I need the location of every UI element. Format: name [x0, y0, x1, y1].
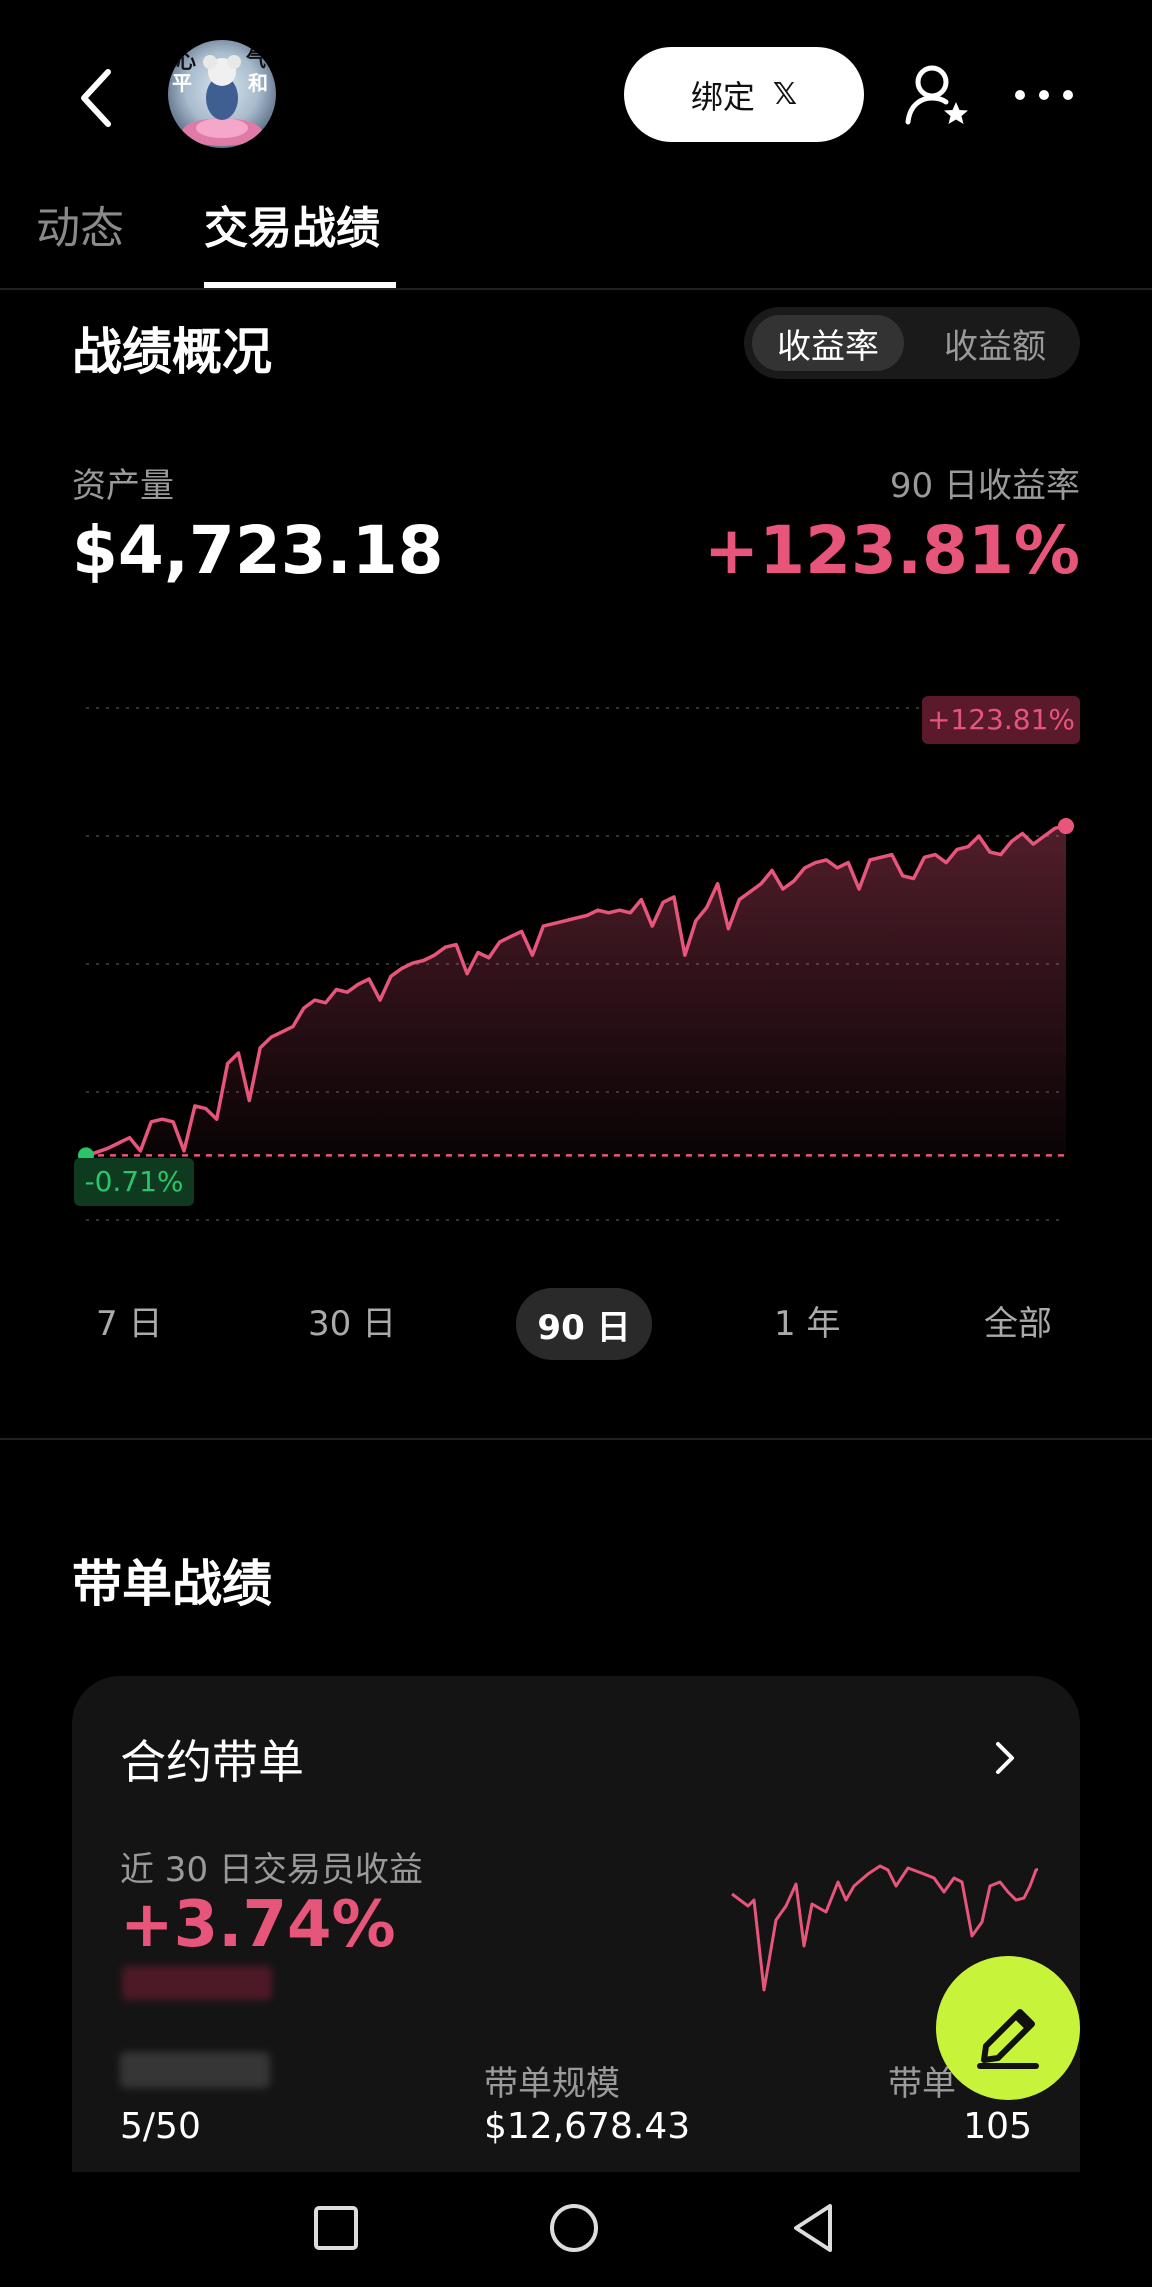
scale-value: $12,678.43 [484, 2106, 691, 2147]
bind-x-button[interactable]: 绑定 𝕏 [624, 47, 864, 142]
bind-label: 绑定 [690, 77, 755, 116]
blurred-label [120, 2052, 270, 2088]
follow-user-star-icon[interactable] [902, 60, 974, 132]
copy-trading-title: 带单战绩 [72, 1555, 272, 1613]
scale-label: 带单规模 [484, 2064, 620, 2104]
range-1y[interactable]: 1 年 [774, 1296, 840, 1345]
range-7d[interactable]: 7 日 [96, 1296, 162, 1345]
followers-value: 5/50 [120, 2106, 201, 2147]
min-label: -0.71% [84, 1165, 183, 1198]
return-label: 90 日收益率 [889, 466, 1080, 506]
avatar[interactable]: 心 气 平 和 [168, 40, 276, 148]
recents-square-icon[interactable] [312, 2204, 360, 2252]
max-label: +123.81% [927, 703, 1075, 736]
metric-toggle[interactable]: 收益率 收益额 [744, 307, 1080, 379]
min-label-badge: -0.71% [74, 1158, 194, 1206]
range-30d[interactable]: 30 日 [308, 1296, 396, 1345]
section-divider [0, 1438, 1152, 1440]
back-triangle-icon[interactable] [790, 2202, 838, 2254]
pnl-value: +3.74% [120, 1888, 396, 1962]
system-nav-bar [0, 2172, 1152, 2287]
chart-end-point [1058, 818, 1074, 835]
blurred-text [122, 1966, 272, 2000]
tab-activity[interactable]: 动态 [36, 192, 124, 256]
range-90d[interactable]: 90 日 [516, 1288, 652, 1360]
return-value: +123.81% [703, 512, 1080, 589]
toggle-return-amount[interactable]: 收益额 [920, 315, 1070, 371]
toggle-return-rate[interactable]: 收益率 [752, 315, 904, 371]
x-logo-icon: 𝕏 [772, 77, 798, 112]
card-title: 合约带单 [120, 1735, 304, 1789]
max-label-badge: +123.81% [922, 696, 1080, 744]
assets-label: 资产量 [72, 466, 174, 506]
edit-fab-button[interactable] [936, 1956, 1080, 2100]
avatar-char-1: 心 [176, 49, 196, 73]
more-options-icon[interactable] [1012, 80, 1076, 110]
tab-trading-record[interactable]: 交易战绩 [204, 192, 380, 256]
tab-divider [0, 288, 1152, 290]
back-arrow-icon[interactable] [70, 62, 130, 134]
return-chart[interactable]: +123.81% -0.71% [40, 680, 1112, 1240]
overview-title: 战绩概况 [72, 323, 272, 381]
pencil-icon [977, 2009, 1039, 2069]
home-circle-icon[interactable] [548, 2202, 600, 2254]
pnl-label: 近 30 日交易员收益 [120, 1850, 423, 1890]
avatar-char-4: 和 [248, 71, 268, 95]
chevron-right-icon[interactable] [990, 1738, 1020, 1778]
assets-value: $4,723.18 [72, 512, 444, 589]
avatar-char-2: 气 [245, 47, 266, 71]
range-all[interactable]: 全部 [984, 1296, 1052, 1345]
chart-area [86, 826, 1066, 1156]
avatar-char-3: 平 [172, 71, 192, 95]
orders-value: 105 [963, 2106, 1032, 2147]
